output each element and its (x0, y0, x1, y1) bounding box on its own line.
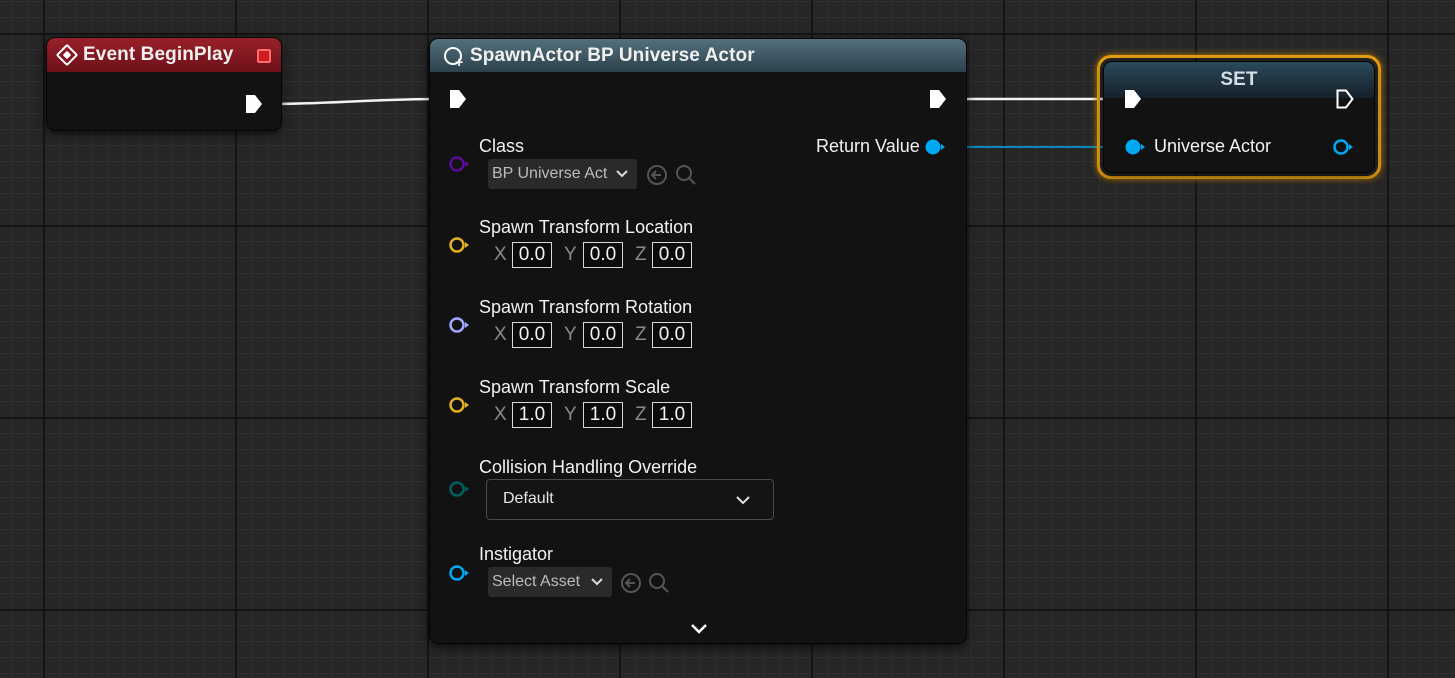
scale-pin[interactable] (448, 396, 470, 414)
event-node-title: Event BeginPlay (83, 44, 234, 65)
browse-arrow-icon[interactable] (646, 164, 668, 186)
search-icon[interactable] (648, 572, 670, 594)
collision-label: Collision Handling Override (479, 457, 698, 477)
location-x-input[interactable]: 0.0 (512, 242, 552, 268)
return-value-label: Return Value (816, 136, 920, 156)
rotation-x-axis: X (494, 324, 507, 345)
set-node-header: SET (1104, 62, 1374, 98)
instigator-select[interactable]: Select Asset (488, 567, 612, 597)
rotation-label: Spawn Transform Rotation (479, 297, 693, 317)
rotation-z-input[interactable]: 0.0 (652, 322, 692, 348)
scale-y-axis: Y (564, 404, 577, 425)
expand-chevron-icon[interactable] (689, 621, 709, 637)
collision-pin[interactable] (448, 480, 470, 498)
event-node-header: Event BeginPlay (47, 38, 281, 72)
chevron-down-icon (591, 578, 603, 586)
class-select-value: BP Universe Act (492, 165, 608, 182)
scale-y-input[interactable]: 1.0 (583, 402, 623, 428)
collision-dropdown-value: Default (503, 490, 554, 507)
spawn-exec-out-pin[interactable] (929, 89, 947, 109)
collision-dropdown[interactable]: Default (486, 479, 774, 520)
chevron-down-icon (736, 496, 750, 505)
spawn-icon (444, 46, 463, 70)
spawn-node-title: SpawnActor BP Universe Actor (470, 44, 755, 66)
location-pin[interactable] (448, 236, 470, 254)
set-var-label: Universe Actor (1154, 136, 1272, 156)
return-value-pin[interactable] (924, 138, 946, 156)
spawn-node-header: SpawnActor BP Universe Actor (430, 39, 966, 72)
set-exec-in-pin[interactable] (1124, 89, 1142, 109)
scale-x-axis: X (494, 404, 507, 425)
rotation-x-input[interactable]: 0.0 (512, 322, 552, 348)
scale-label: Spawn Transform Scale (479, 377, 671, 397)
location-y-input[interactable]: 0.0 (583, 242, 623, 268)
scale-z-input[interactable]: 1.0 (652, 402, 692, 428)
browse-arrow-icon[interactable] (620, 572, 642, 594)
search-icon[interactable] (675, 164, 697, 186)
stop-icon (257, 49, 271, 63)
event-exec-out-pin[interactable] (245, 94, 263, 114)
class-pin[interactable] (448, 155, 470, 173)
instigator-pin[interactable] (448, 564, 470, 582)
rotation-z-axis: Z (635, 324, 647, 345)
location-z-input[interactable]: 0.0 (652, 242, 692, 268)
class-select[interactable]: BP Universe Act (488, 159, 637, 189)
exec-wire-event-to-spawn (261, 97, 448, 106)
chevron-down-icon (616, 170, 628, 178)
rotation-pin[interactable] (448, 316, 470, 334)
spawn-exec-in-pin[interactable] (449, 89, 467, 109)
event-icon (55, 43, 79, 67)
rotation-y-input[interactable]: 0.0 (583, 322, 623, 348)
set-input-pin[interactable] (1124, 138, 1146, 156)
rotation-y-axis: Y (564, 324, 577, 345)
instigator-label: Instigator (479, 544, 554, 564)
location-z-axis: Z (635, 244, 647, 265)
scale-z-axis: Z (635, 404, 647, 425)
set-node-title: SET (1220, 69, 1258, 90)
event-beginplay-node[interactable]: Event BeginPlay (46, 37, 282, 131)
scale-x-input[interactable]: 1.0 (512, 402, 552, 428)
instigator-select-value: Select Asset (492, 573, 581, 590)
class-label: Class (479, 136, 525, 156)
location-x-axis: X (494, 244, 507, 265)
location-label: Spawn Transform Location (479, 217, 694, 237)
location-y-axis: Y (564, 244, 577, 265)
set-exec-out-pin[interactable] (1336, 89, 1354, 109)
set-output-pin[interactable] (1332, 138, 1354, 156)
